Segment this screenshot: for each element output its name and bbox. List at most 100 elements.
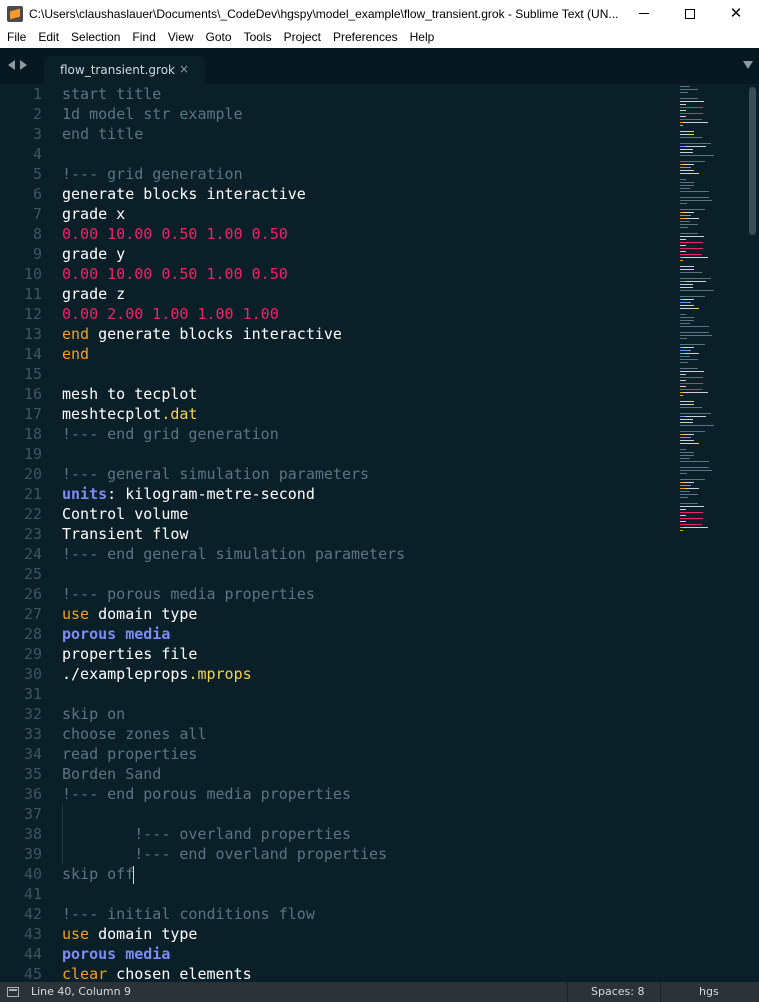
vertical-scrollbar[interactable]: [745, 84, 759, 982]
minimap-stroke: [680, 503, 698, 504]
indentation-setting[interactable]: Spaces: 8: [567, 982, 660, 1002]
line-number: 7: [32, 205, 42, 223]
code-line: ./exampleprops.mprops: [62, 664, 252, 684]
close-button[interactable]: ✕: [713, 0, 759, 27]
maximize-button[interactable]: [667, 0, 713, 27]
minimap-stroke: [680, 278, 711, 279]
minimap-stroke: [680, 137, 702, 138]
minimap-stroke: [680, 404, 690, 405]
minimap-stroke: [680, 413, 711, 414]
code-token: grade x: [62, 205, 126, 223]
line-number: 30: [23, 665, 42, 683]
code-line: 0.00 10.00 0.50 1.00 0.50: [62, 224, 288, 244]
minimap-stroke: [680, 473, 687, 474]
line-number: 43: [23, 925, 42, 943]
minimap-stroke: [680, 314, 686, 315]
menu-goto[interactable]: Goto: [200, 27, 238, 48]
minimap-stroke: [680, 431, 705, 432]
code-line: end title: [62, 124, 143, 144]
tab-nav-left-icon[interactable]: [8, 60, 15, 70]
minimap-stroke: [680, 236, 704, 237]
minimap-stroke: [683, 347, 694, 348]
minimap-stroke: [680, 92, 688, 93]
minimap-stroke: [680, 389, 702, 390]
minimap-stroke: [680, 458, 690, 459]
line-number: 32: [23, 705, 42, 723]
menu-file[interactable]: File: [0, 27, 32, 48]
code-token: grade z: [62, 285, 126, 303]
editor-area[interactable]: 1 2 3 4 5 6 7 8 9 10 11 12 13 14 15 16 17 18 19 20 21 22 23 24 2…: [0, 84, 759, 982]
minimap-stroke: [683, 392, 708, 393]
tab-flow-transient[interactable]: flow_transient.grok ×: [44, 56, 205, 84]
syntax-selector[interactable]: hgs: [660, 982, 759, 1002]
minimap-stroke: [683, 122, 708, 123]
sublime-text-icon: [7, 5, 23, 22]
line-number: 29: [23, 645, 42, 663]
minimap-stroke: [680, 443, 693, 444]
minimap-stroke: [680, 110, 686, 111]
minimap-stroke: [680, 134, 690, 135]
line-number: 35: [23, 765, 42, 783]
minimap-stroke: [680, 185, 694, 186]
code-view[interactable]: start title 1d model str example end title…: [62, 84, 672, 982]
minimap-stroke: [680, 494, 698, 495]
minimap-stroke: [680, 386, 686, 387]
minimap-stroke: [680, 332, 709, 333]
minimap-stroke: [680, 260, 683, 261]
tab-close-icon[interactable]: ×: [179, 62, 189, 76]
line-number: 22: [23, 505, 42, 523]
minimap-stroke: [685, 416, 706, 417]
code-token: Control volume: [62, 505, 189, 523]
code-token: porous media: [62, 625, 171, 643]
menu-find[interactable]: Find: [126, 27, 161, 48]
line-number: 2: [32, 105, 42, 123]
code-line: !--- end general simulation parameters: [62, 544, 405, 564]
tab-nav-right-icon[interactable]: [20, 60, 27, 70]
minimap-stroke: [680, 251, 686, 252]
menu-selection[interactable]: Selection: [65, 27, 126, 48]
line-number: 19: [23, 445, 42, 463]
code-line: end: [62, 344, 89, 364]
menu-project[interactable]: Project: [278, 27, 327, 48]
code-token: !--- porous media properties: [62, 585, 315, 603]
minimap-stroke: [680, 131, 694, 132]
minimap[interactable]: [676, 84, 744, 564]
line-number: 14: [23, 345, 42, 363]
minimap-stroke: [680, 221, 690, 222]
panel-toggle-icon[interactable]: [7, 987, 19, 997]
code-token: use: [62, 925, 90, 943]
minimap-stroke: [685, 218, 699, 219]
code-line: use domain type: [62, 924, 197, 944]
minimap-stroke: [680, 143, 711, 144]
code-line: 1d model str example: [62, 104, 243, 124]
minimap-stroke: [685, 488, 699, 489]
menu-edit[interactable]: Edit: [32, 27, 65, 48]
menu-preferences[interactable]: Preferences: [327, 27, 404, 48]
minimap-stroke: [680, 224, 698, 225]
menu-view[interactable]: View: [162, 27, 200, 48]
minimap-stroke: [680, 437, 691, 438]
tab-bar: flow_transient.grok ×: [0, 48, 759, 84]
code-token: 0.00 10.00 0.50 1.00 0.50: [62, 225, 288, 243]
minimap-stroke: [680, 521, 686, 522]
minimap-stroke: [683, 257, 708, 258]
minimap-stroke: [680, 485, 691, 486]
scrollbar-thumb[interactable]: [749, 87, 756, 235]
minimap-stroke: [680, 125, 683, 126]
code-token: meshtecplot: [62, 405, 162, 423]
minimap-stroke: [680, 266, 694, 267]
minimap-stroke: [680, 407, 702, 408]
line-number: 4: [32, 145, 42, 163]
line-number: 42: [23, 905, 42, 923]
minimap-stroke: [680, 509, 686, 510]
minimap-stroke: [680, 395, 683, 396]
tab-overflow-icon[interactable]: [743, 61, 753, 69]
code-token: start title: [62, 85, 162, 103]
code-token: !--- end grid generation: [62, 425, 279, 443]
minimap-stroke: [680, 284, 693, 285]
minimize-button[interactable]: [621, 0, 667, 27]
menu-help[interactable]: Help: [404, 27, 441, 48]
minimap-stroke: [680, 179, 686, 180]
maximize-icon: [685, 8, 695, 19]
menu-tools[interactable]: Tools: [238, 27, 278, 48]
